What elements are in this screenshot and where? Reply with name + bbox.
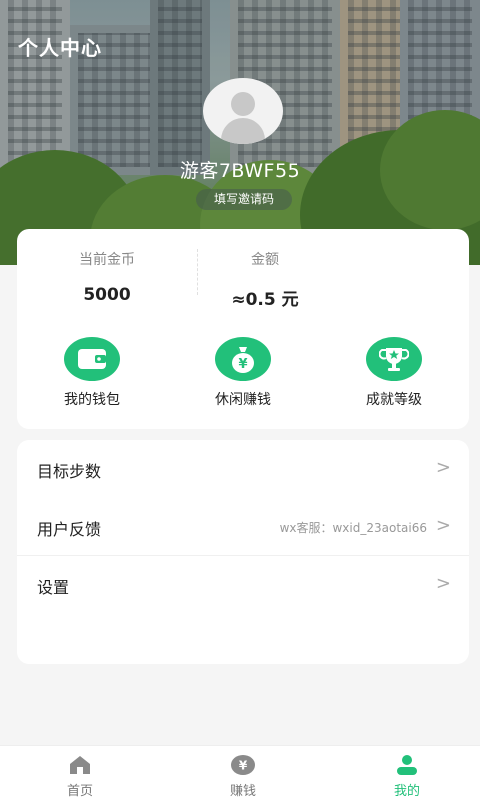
- home-icon: [30, 754, 130, 776]
- svg-text:¥: ¥: [239, 759, 248, 773]
- avatar[interactable]: [203, 78, 283, 144]
- amount-label: 金额: [251, 252, 279, 268]
- wallet-icon: [64, 337, 120, 381]
- avatar-person-icon: [231, 92, 255, 116]
- page-title: 个人中心: [18, 36, 102, 60]
- menu-item-label: 设置: [37, 578, 70, 597]
- my-wallet-label: 我的钱包: [64, 392, 120, 408]
- achievement-level-label: 成就等级: [366, 392, 422, 408]
- nav-item-mine[interactable]: 我的: [357, 754, 457, 799]
- chevron-right-icon: >: [435, 515, 451, 536]
- nav-item-earn[interactable]: ¥ 赚钱: [193, 754, 293, 799]
- chevron-right-icon: >: [435, 457, 451, 478]
- chevron-right-icon: >: [435, 573, 451, 594]
- coins-label: 当前金币: [79, 252, 135, 268]
- menu-item-target-steps[interactable]: 目标步数 >: [17, 440, 469, 498]
- my-wallet-button[interactable]: 我的钱包: [32, 337, 152, 409]
- wechat-support-text: wx客服：wxid_23aotai66: [279, 521, 427, 535]
- nav-label: 我的: [393, 784, 420, 799]
- svg-text:¥: ¥: [238, 357, 247, 372]
- coins-value: 5000: [83, 285, 131, 305]
- casual-earn-button[interactable]: ¥ 休闲赚钱: [183, 337, 303, 409]
- menu-item-user-feedback[interactable]: 用户反馈 wx客服：wxid_23aotai66 >: [17, 498, 469, 556]
- amount-stat: 金额 ≈0.5 元: [175, 249, 355, 310]
- nav-label: 首页: [66, 784, 93, 799]
- invite-code-button[interactable]: 填写邀请码: [196, 189, 292, 210]
- trophy-icon: [366, 337, 422, 381]
- user-name: 游客7BWF55: [179, 160, 301, 182]
- bottom-nav: 首页 ¥ 赚钱 我的: [0, 745, 480, 800]
- menu-item-label: 用户反馈: [37, 520, 102, 539]
- nav-item-home[interactable]: 首页: [30, 754, 130, 799]
- achievement-level-button[interactable]: 成就等级: [334, 337, 454, 409]
- menu-item-label: 目标步数: [37, 462, 102, 481]
- nav-label: 赚钱: [229, 784, 256, 799]
- yen-coin-icon: ¥: [193, 754, 293, 776]
- menu-item-settings[interactable]: 设置 >: [17, 556, 469, 614]
- amount-value: ≈0.5 元: [231, 290, 299, 310]
- casual-earn-label: 休闲赚钱: [215, 392, 271, 408]
- coins-stat: 当前金币 5000: [17, 249, 197, 305]
- money-bag-icon: ¥: [215, 337, 271, 381]
- wallet-card: 当前金币 5000 金额 ≈0.5 元 我的钱包 ¥ 休闲赚钱 成就等级: [17, 229, 469, 429]
- menu-card: 目标步数 > 用户反馈 wx客服：wxid_23aotai66 > 设置 >: [17, 440, 469, 664]
- profile-icon: [357, 754, 457, 776]
